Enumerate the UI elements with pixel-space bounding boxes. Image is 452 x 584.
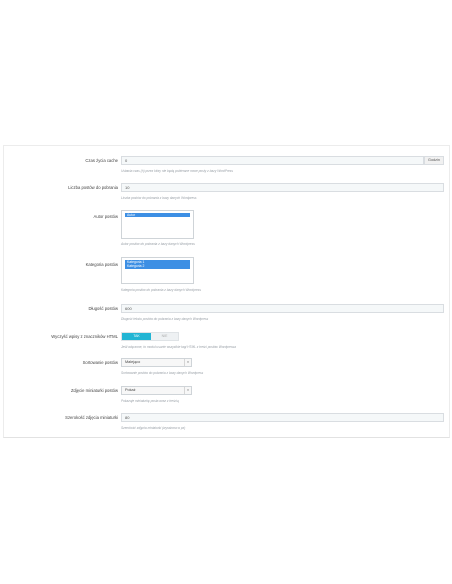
- author-option[interactable]: Autor: [125, 213, 190, 218]
- cache-label: Czas życia cache: [85, 158, 118, 163]
- html-label: Wyczyść wpisy z znaczników HTML: [51, 334, 118, 339]
- sort-help: Sortowanie postów do pobrania z bazy dan…: [121, 371, 204, 375]
- chevron-down-icon: ▾: [184, 387, 191, 394]
- author-select[interactable]: Autor: [121, 210, 194, 239]
- category-option[interactable]: Kategoria 2: [125, 264, 190, 269]
- thumbwidth-input[interactable]: 80: [121, 413, 444, 422]
- length-label: Długość postów: [88, 306, 118, 311]
- category-label: Kategoria postów: [85, 262, 118, 267]
- html-help: Jeśli włączone, to moduł usunie wszystki…: [121, 345, 236, 349]
- sort-select[interactable]: Malejąco ▾: [121, 358, 192, 367]
- cache-help: Ustawia czas (h) przez który nie będą po…: [121, 169, 233, 173]
- thumbwidth-label: Szerokość zdjęcia miniaturki: [65, 415, 118, 420]
- thumb-help: Pokazuje miniaturkę posta wraz z treścią: [121, 399, 179, 403]
- sort-label: Sortowanie postów: [82, 360, 118, 365]
- thumb-label: Zdjęcie miniaturki postów: [70, 388, 118, 393]
- length-help: Długość tekstu postów do pobrania z bazy…: [121, 317, 209, 321]
- thumb-value: Pokaż: [125, 388, 136, 392]
- chevron-down-icon: ▾: [184, 359, 191, 366]
- sort-value: Malejąco: [125, 360, 141, 364]
- toggle-no[interactable]: NIE: [151, 333, 178, 340]
- toggle-yes[interactable]: TAK: [122, 333, 151, 340]
- thumb-select[interactable]: Pokaż ▾: [121, 386, 192, 395]
- html-strip-toggle[interactable]: TAK NIE: [121, 332, 179, 341]
- cache-input[interactable]: 0: [121, 156, 424, 165]
- cache-unit-addon: Godzin: [424, 156, 444, 165]
- category-select[interactable]: Kategoria 1 Kategoria 2: [121, 257, 194, 284]
- count-help: Liczba postów do pobrania z bazy danych …: [121, 196, 197, 200]
- length-input[interactable]: 600: [121, 304, 444, 313]
- author-label: Autor postów: [93, 214, 118, 219]
- thumbwidth-help: Szerokość zdjęcia miniaturki (wyrażona w…: [121, 426, 186, 430]
- settings-panel: Czas życia cache 0 Godzin Ustawia czas (…: [3, 145, 450, 438]
- count-label: Liczba postów do pobrania: [68, 185, 118, 190]
- author-help: Autor postów do pobrania z bazy danych W…: [121, 242, 195, 246]
- category-help: Kategoria postów do pobrania z bazy dany…: [121, 288, 201, 292]
- count-input[interactable]: 10: [121, 183, 444, 192]
